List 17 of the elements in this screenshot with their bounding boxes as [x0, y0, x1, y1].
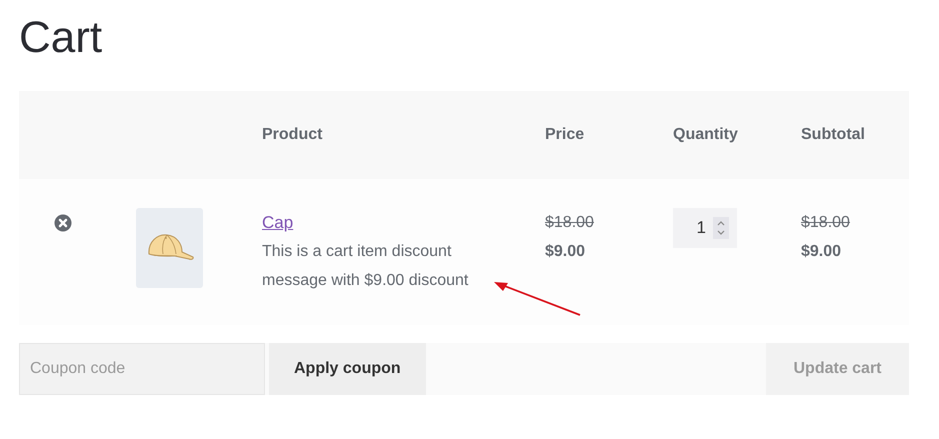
column-header: Price — [545, 126, 584, 143]
column-header: Subtotal — [801, 126, 865, 143]
coupon-field[interactable]: Coupon code — [19, 343, 265, 395]
subtotal-price: $9.00 — [801, 242, 842, 262]
page-title: Cart — [19, 12, 104, 64]
original-subtotal: $18.00 — [801, 213, 850, 233]
column-header: Product — [262, 126, 322, 143]
action-button[interactable]: Apply coupon — [269, 343, 426, 395]
spinner-icon[interactable] — [713, 217, 729, 239]
discounted-price: $9.00 — [545, 242, 586, 262]
column-header: Quantity — [673, 126, 738, 143]
original-price: $18.00 — [545, 213, 594, 233]
discount-message: This is a cart item discount message with $9.00 discount — [262, 242, 470, 291]
product-link[interactable]: Cap — [262, 208, 294, 237]
quantity-field[interactable]: 1 — [673, 208, 737, 248]
remove-icon[interactable] — [54, 214, 72, 232]
product-thumbnail[interactable] — [136, 208, 203, 288]
